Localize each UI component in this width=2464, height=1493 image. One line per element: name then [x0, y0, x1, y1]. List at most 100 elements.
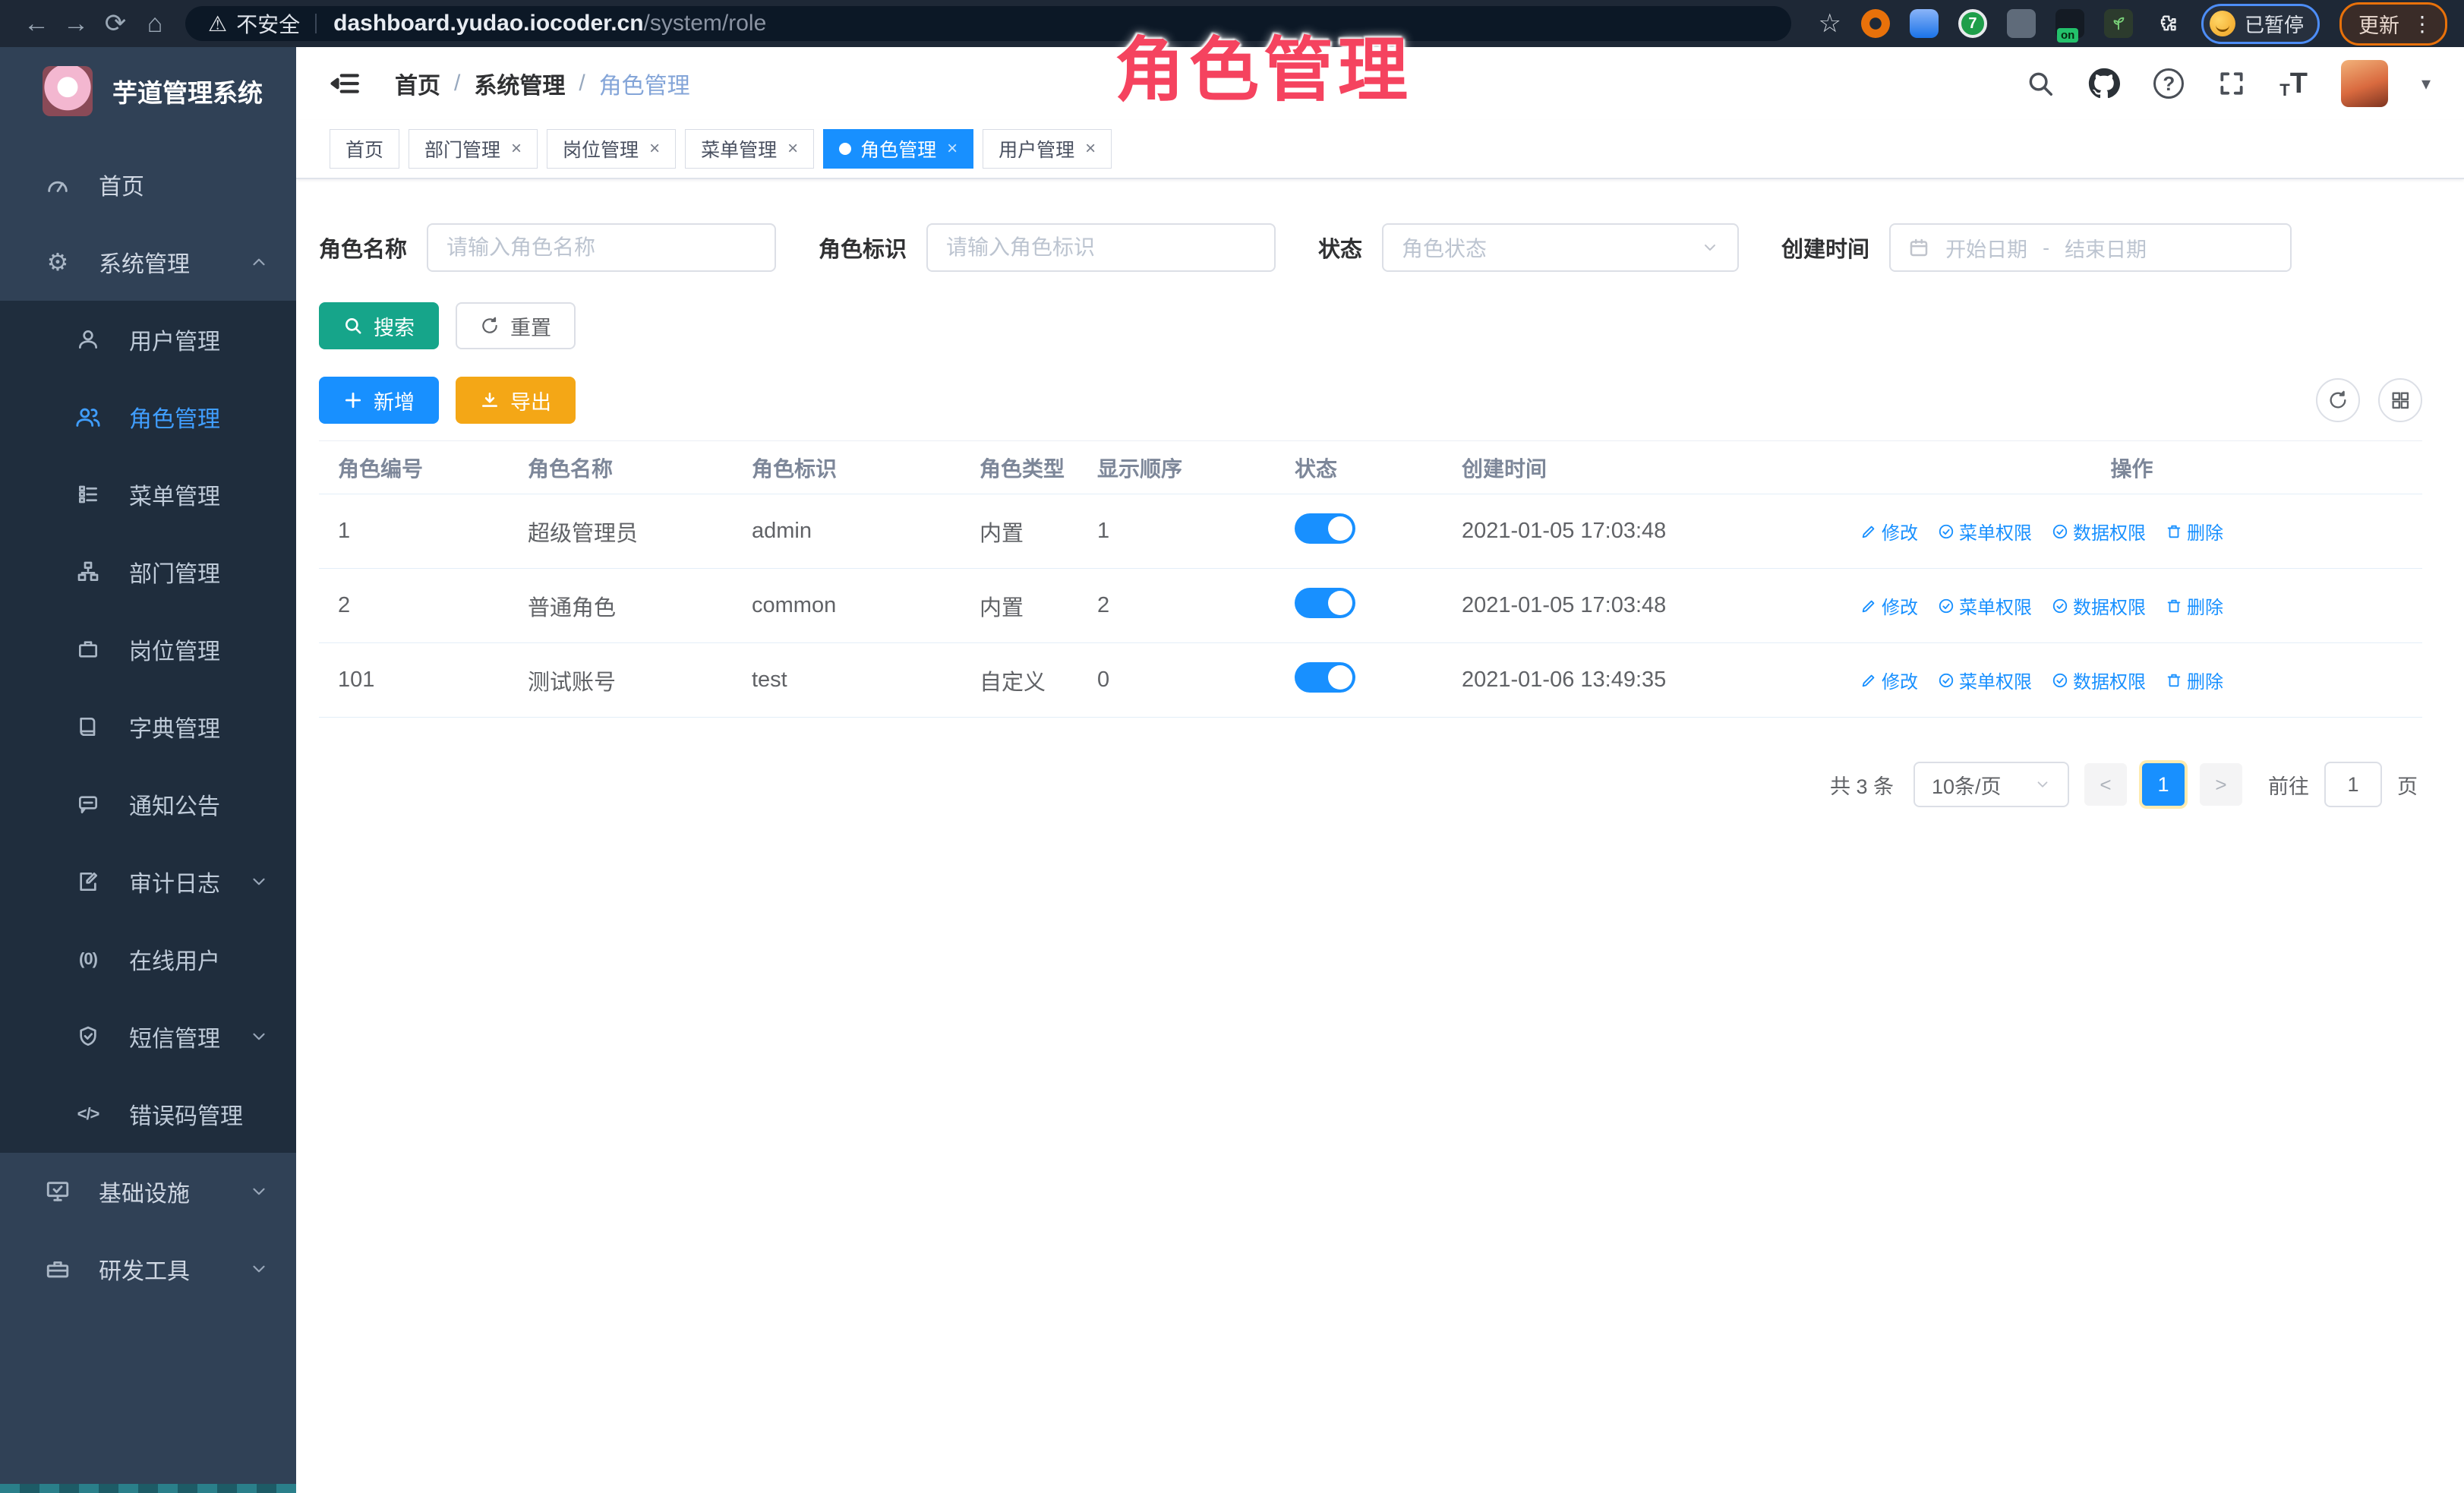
sidebar-item-post-management[interactable]: 岗位管理 — [0, 611, 296, 688]
sidebar-item-infrastructure[interactable]: 基础设施 — [0, 1153, 296, 1230]
browser-forward-icon[interactable]: → — [56, 9, 96, 39]
avatar[interactable] — [2341, 60, 2388, 107]
status-toggle[interactable] — [1295, 662, 1355, 693]
sidebar-item-label: 字典管理 — [129, 710, 220, 743]
avatar-caret-icon[interactable]: ▾ — [2421, 73, 2431, 95]
sidebar-item-audit-log[interactable]: 审计日志 — [0, 843, 296, 920]
export-button[interactable]: 导出 — [456, 377, 576, 424]
sidebar-item-role-management[interactable]: 角色管理 — [0, 378, 296, 456]
browser-back-icon[interactable]: ← — [17, 9, 56, 39]
menu-permission-link[interactable]: 菜单权限 — [1938, 592, 2032, 619]
app-logo-row[interactable]: 芋道管理系统 — [0, 47, 296, 135]
tab-menu-management[interactable]: 菜单管理 × — [685, 129, 814, 169]
fullscreen-icon[interactable] — [2217, 69, 2246, 98]
date-end-placeholder[interactable]: 结束日期 — [2065, 233, 2147, 263]
role-name-input[interactable] — [427, 223, 776, 272]
reset-button[interactable]: 重置 — [456, 302, 576, 349]
edit-link[interactable]: 修改 — [1860, 667, 1918, 693]
security-label: 不安全 — [236, 8, 300, 39]
prev-page-button[interactable]: < — [2084, 763, 2127, 806]
puzzle-extensions-icon[interactable] — [2153, 9, 2182, 38]
sidebar-item-label: 岗位管理 — [129, 633, 220, 666]
tab-user-management[interactable]: 用户管理 × — [983, 129, 1112, 169]
status-select[interactable]: 角色状态 — [1382, 223, 1739, 272]
status-toggle[interactable] — [1295, 513, 1355, 544]
breadcrumb-home[interactable]: 首页 — [395, 67, 440, 100]
date-range-picker[interactable]: 开始日期 - 结束日期 — [1889, 223, 2292, 272]
delete-link[interactable]: 删除 — [2166, 592, 2223, 619]
date-start-placeholder[interactable]: 开始日期 — [1945, 233, 2027, 263]
data-permission-link[interactable]: 数据权限 — [2052, 518, 2146, 544]
sidebar-item-notice[interactable]: 通知公告 — [0, 765, 296, 843]
cell-role-key: test — [733, 668, 961, 693]
next-page-button[interactable]: > — [2200, 763, 2242, 806]
menu-permission-link[interactable]: 菜单权限 — [1938, 518, 2032, 544]
sidebar-item-home[interactable]: 首页 — [0, 146, 296, 223]
sidebar-item-label: 短信管理 — [129, 1020, 220, 1053]
delete-link[interactable]: 删除 — [2166, 667, 2223, 693]
data-permission-link[interactable]: 数据权限 — [2052, 592, 2146, 619]
close-icon[interactable]: × — [787, 138, 798, 159]
close-icon[interactable]: × — [511, 138, 522, 159]
sidebar-item-label: 审计日志 — [129, 865, 220, 898]
browser-menu-icon[interactable]: ⋮ — [2412, 11, 2433, 36]
role-key-input[interactable] — [926, 223, 1276, 272]
edit-link[interactable]: 修改 — [1860, 592, 1918, 619]
tab-dept-management[interactable]: 部门管理 × — [409, 129, 538, 169]
close-icon[interactable]: × — [1085, 138, 1096, 159]
paused-label: 已暂停 — [2245, 10, 2304, 38]
app-logo — [43, 66, 93, 116]
column-settings-button[interactable] — [2378, 378, 2422, 422]
close-icon[interactable]: × — [649, 138, 660, 159]
extension-icon[interactable] — [2007, 9, 2036, 38]
data-permission-link[interactable]: 数据权限 — [2052, 667, 2146, 693]
sidebar-item-user-management[interactable]: 用户管理 — [0, 301, 296, 378]
close-icon[interactable]: × — [947, 138, 958, 159]
search-button[interactable]: 搜索 — [319, 302, 439, 349]
tab-role-management[interactable]: 角色管理 × — [823, 129, 973, 169]
sidebar-item-system-management[interactable]: ⚙ 系统管理 — [0, 223, 296, 301]
chrome-update-button[interactable]: 更新 ⋮ — [2339, 2, 2447, 46]
browser-reload-icon[interactable]: ⟳ — [96, 8, 135, 39]
sidebar-item-menu-management[interactable]: 菜单管理 — [0, 456, 296, 533]
extension-icon[interactable]: 7 — [1958, 9, 1987, 38]
extension-icon[interactable] — [2104, 9, 2133, 38]
goto-page-input[interactable] — [2324, 762, 2382, 807]
cell-role-name: 测试账号 — [509, 664, 733, 696]
sidebar-item-sms-management[interactable]: 短信管理 — [0, 998, 296, 1075]
extension-icon[interactable]: on — [2055, 9, 2084, 38]
list-icon — [73, 482, 103, 507]
sidebar-item-dev-tools[interactable]: 研发工具 — [0, 1230, 296, 1308]
delete-link[interactable]: 删除 — [2166, 518, 2223, 544]
edit-link[interactable]: 修改 — [1860, 518, 1918, 544]
sidebar-item-label: 通知公告 — [129, 788, 220, 821]
extension-icon[interactable] — [1910, 9, 1939, 38]
menu-permission-link[interactable]: 菜单权限 — [1938, 667, 2032, 693]
extension-icon[interactable] — [1861, 9, 1890, 38]
font-size-icon[interactable]: TT — [2279, 68, 2308, 100]
add-button[interactable]: 新增 — [319, 377, 439, 424]
address-bar[interactable]: ⚠ 不安全 dashboard.yudao.iocoder.cn /system… — [185, 6, 1791, 41]
page-size-select[interactable]: 10条/页 — [1913, 762, 2069, 807]
sidebar-item-dept-management[interactable]: 部门管理 — [0, 533, 296, 611]
sidebar-item-online-users[interactable]: (0) 在线用户 — [0, 920, 296, 998]
menu-fold-icon[interactable] — [330, 68, 361, 99]
tab-post-management[interactable]: 岗位管理 × — [547, 129, 676, 169]
page-number-1[interactable]: 1 — [2142, 763, 2185, 806]
refresh-table-button[interactable] — [2316, 378, 2360, 422]
breadcrumb-system[interactable]: 系统管理 — [474, 67, 565, 100]
bookmark-star-icon[interactable]: ☆ — [1819, 8, 1841, 39]
browser-home-icon[interactable]: ⌂ — [135, 9, 175, 39]
sidebar-item-dict-management[interactable]: 字典管理 — [0, 688, 296, 765]
search-icon[interactable] — [2026, 69, 2055, 98]
help-icon[interactable]: ? — [2153, 68, 2184, 99]
sidebar: 芋道管理系统 首页 ⚙ 系统管理 用户管理 — [0, 47, 296, 1493]
profile-paused-chip[interactable]: 已暂停 — [2201, 4, 2320, 44]
sidebar-item-error-code[interactable]: </> 错误码管理 — [0, 1075, 296, 1153]
github-icon[interactable] — [2088, 68, 2120, 99]
system-submenu: 用户管理 角色管理 菜单管理 部门管理 — [0, 301, 296, 1153]
status-toggle[interactable] — [1295, 588, 1355, 618]
user-icon — [73, 327, 103, 352]
tab-home[interactable]: 首页 — [330, 129, 399, 169]
pagination: 共 3 条 10条/页 < 1 > 前往 页 — [319, 762, 2422, 807]
